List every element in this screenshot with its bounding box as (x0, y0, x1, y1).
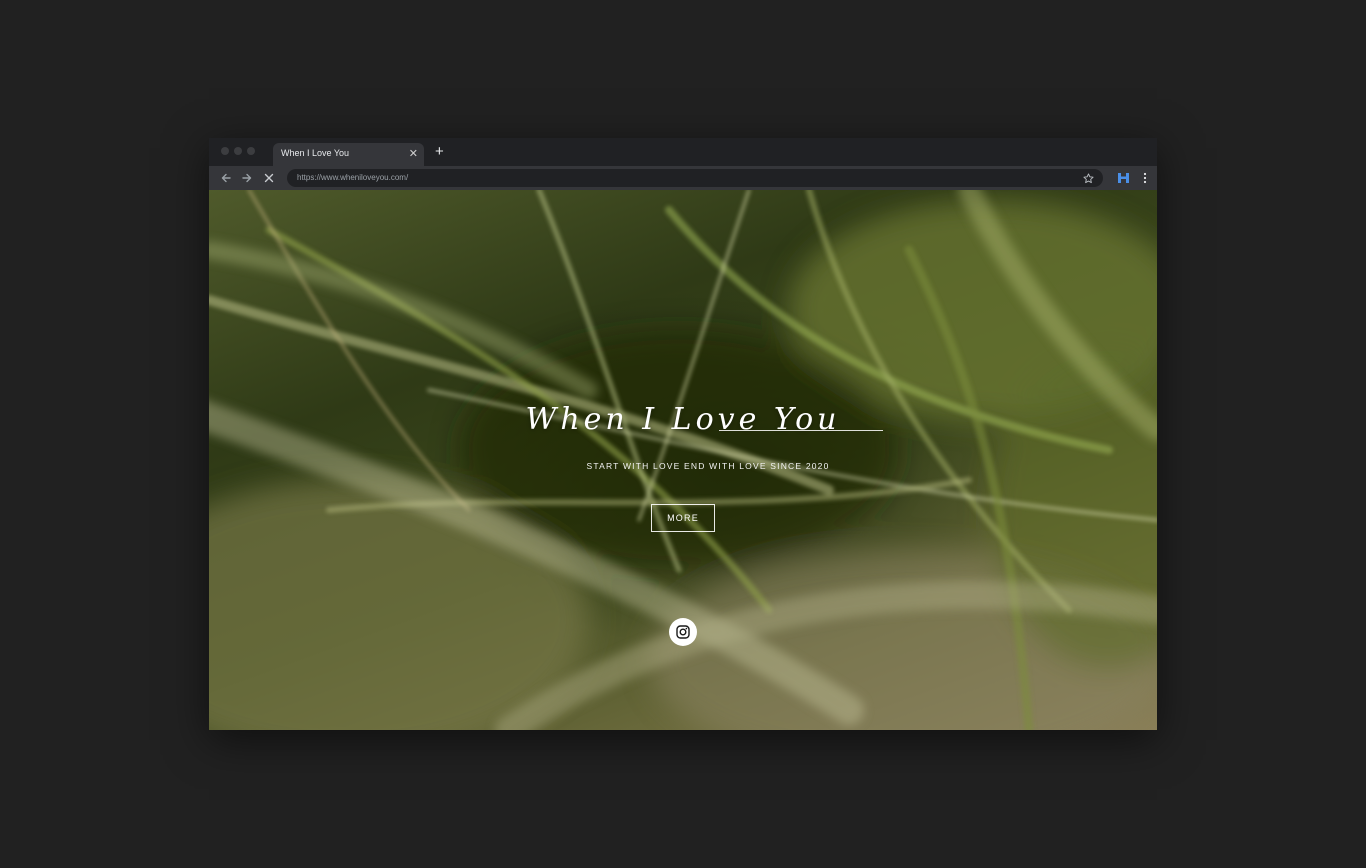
tab-strip: When I Love You ✕ + (209, 138, 1157, 166)
extension-button[interactable] (1115, 170, 1131, 186)
h-extension-icon (1117, 173, 1129, 183)
star-icon (1082, 172, 1094, 183)
url-text[interactable]: https://www.wheniloveyou.com/ (297, 173, 408, 182)
address-bar[interactable]: https://www.wheniloveyou.com/ (287, 169, 1103, 187)
grass-background-image (209, 190, 1157, 730)
window-minimize-dot[interactable] (234, 147, 242, 155)
tab-title: When I Love You (281, 148, 350, 158)
site-logo-title: When I Love You (525, 402, 841, 437)
window-maximize-dot[interactable] (247, 147, 255, 155)
site-tagline: START WITH LOVE END WITH LOVE SINCE 2020 (586, 461, 830, 471)
back-button[interactable] (217, 169, 235, 187)
browser-window: When I Love You ✕ + https://www.whenilov… (209, 138, 1157, 730)
logo-underline (719, 430, 883, 431)
instagram-icon (676, 625, 690, 639)
arrow-left-icon (221, 173, 231, 183)
more-button[interactable]: MORE (651, 504, 715, 532)
window-close-dot[interactable] (221, 147, 229, 155)
browser-menu-button[interactable] (1139, 170, 1151, 186)
instagram-link[interactable] (669, 618, 697, 646)
kebab-menu-icon (1143, 172, 1147, 184)
close-icon (264, 173, 274, 183)
browser-toolbar: https://www.wheniloveyou.com/ (209, 166, 1157, 190)
new-tab-button[interactable]: + (435, 143, 444, 161)
forward-button[interactable] (238, 169, 256, 187)
tab-close-icon[interactable]: ✕ (409, 147, 418, 161)
bookmark-button[interactable] (1081, 171, 1095, 185)
arrow-right-icon (242, 173, 252, 183)
stop-loading-button[interactable] (260, 169, 278, 187)
page-viewport: When I Love You START WITH LOVE END WITH… (209, 190, 1157, 730)
tab-active[interactable]: When I Love You ✕ (273, 143, 424, 166)
